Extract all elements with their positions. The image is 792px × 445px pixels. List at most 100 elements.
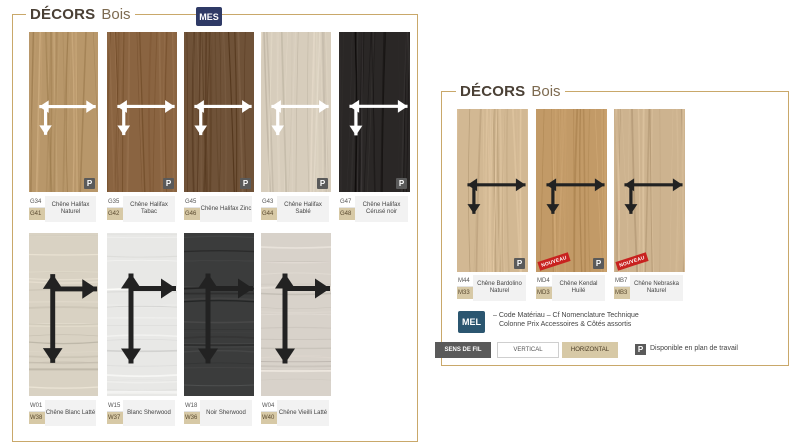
grain-arrow-icon <box>275 273 330 364</box>
edge-code: G41 <box>29 208 45 220</box>
swatch-g35[interactable]: P <box>107 32 177 192</box>
grain-arrow-icon <box>117 100 175 136</box>
material-code: G43 <box>261 196 277 208</box>
label-w01: W01 W38 Chêne Blanc Latté <box>29 400 98 426</box>
swatch-w01[interactable] <box>29 233 98 396</box>
material-code: G34 <box>29 196 45 208</box>
decor-name: Chêne Halifax Cérusé noir <box>355 196 408 222</box>
material-code: W01 <box>29 400 45 412</box>
right-panel-heading: DÉCORS Bois <box>456 83 565 100</box>
label-g45: G45 G46 Chêne Halifax Zinc <box>184 196 254 222</box>
heading-sub: Bois <box>101 6 131 23</box>
material-codes: G34 G41 <box>29 196 45 222</box>
material-codes: G45 G46 <box>184 196 200 222</box>
grain-arrow-icon <box>467 178 526 214</box>
swatch-g34[interactable]: P <box>29 32 98 192</box>
label-g34: G34 G41 Chêne Halifax Naturel <box>29 196 98 222</box>
legend-line-2: Colonne Prix Accessoires & Côtés assorti… <box>499 321 632 328</box>
label-w15: W15 W37 Blanc Sherwood <box>107 400 177 426</box>
decor-name: Chêne Blanc Latté <box>45 400 96 426</box>
label-g47: G47 G48 Chêne Halifax Cérusé noir <box>339 196 410 222</box>
swatch-mb7[interactable]: NOUVEAU <box>614 109 685 272</box>
material-code: W04 <box>261 400 277 412</box>
edge-code: G44 <box>261 208 277 220</box>
swatch-w15[interactable] <box>107 233 177 396</box>
grain-direction-label: SENS DE FIL <box>435 342 491 358</box>
edge-code: M33 <box>457 287 473 299</box>
material-code: G35 <box>107 196 123 208</box>
swatch-g47[interactable]: P <box>339 32 410 192</box>
material-codes: W15 W37 <box>107 400 123 426</box>
decor-name: Chêne Bardolino Naturel <box>473 275 526 301</box>
grain-arrow-icon <box>121 273 176 364</box>
worktop-p-badge: P <box>240 178 251 189</box>
material-codes: M44 M33 <box>457 275 473 301</box>
grain-arrow-icon <box>194 100 252 136</box>
edge-code: G46 <box>184 208 200 220</box>
worktop-p-badge: P <box>84 178 95 189</box>
grain-arrow-icon <box>271 100 329 136</box>
edge-code: G48 <box>339 208 355 220</box>
material-code: MB7 <box>614 275 630 287</box>
swatch-g45[interactable]: P <box>184 32 254 192</box>
worktop-p-badge: P <box>635 344 646 355</box>
grain-arrow-icon <box>349 99 408 136</box>
material-code: W15 <box>107 400 123 412</box>
label-mb7: MB7 MB3 Chêne Nebraska Naturel <box>614 275 685 301</box>
material-code: G45 <box>184 196 200 208</box>
material-codes: MD4 MD3 <box>536 275 552 301</box>
edge-code: G42 <box>107 208 123 220</box>
label-g43: G43 G44 Chêne Halifax Sablé <box>261 196 331 222</box>
material-code: W18 <box>184 400 200 412</box>
material-code: MD4 <box>536 275 552 287</box>
decor-name: Chêne Halifax Zinc <box>200 196 252 222</box>
legend-text: – Code Matériau – Cf Nomenclature Techni… <box>493 311 639 329</box>
label-md4: MD4 MD3 Chêne Kendal Huilé <box>536 275 607 301</box>
grain-arrow-icon <box>198 273 253 364</box>
material-codes: W04 W40 <box>261 400 277 426</box>
worktop-p-badge: P <box>593 258 604 269</box>
material-codes: G47 G48 <box>339 196 355 222</box>
worktop-p-badge: P <box>163 178 174 189</box>
worktop-availability-text: Disponible en plan de travail <box>650 345 738 352</box>
label-m44: M44 M33 Chêne Bardolino Naturel <box>457 275 528 301</box>
grain-arrow-icon <box>546 178 605 214</box>
swatch-md4[interactable]: P NOUVEAU <box>536 109 607 272</box>
legend-line-1: – Code Matériau – Cf Nomenclature Techni… <box>493 312 639 319</box>
decor-name: Chêne Nebraska Naturel <box>630 275 683 301</box>
decor-name: Chêne Halifax Naturel <box>45 196 96 222</box>
mes-badge: MES <box>196 7 222 26</box>
worktop-p-badge: P <box>514 258 525 269</box>
heading-sub: Bois <box>531 83 561 100</box>
swatch-w04[interactable] <box>261 233 331 396</box>
left-panel-heading: DÉCORS Bois <box>26 6 135 23</box>
grain-arrow-icon <box>39 100 96 135</box>
decor-name: Chêne Halifax Tabac <box>123 196 175 222</box>
heading-main: DÉCORS <box>30 6 96 23</box>
grain-horizontal-option[interactable]: HORIZONTAL <box>562 342 618 358</box>
heading-main: DÉCORS <box>460 83 526 100</box>
material-codes: G35 G42 <box>107 196 123 222</box>
material-code: M44 <box>457 275 473 287</box>
label-g35: G35 G42 Chêne Halifax Tabac <box>107 196 177 222</box>
edge-code: W40 <box>261 412 277 424</box>
decor-name: Chêne Halifax Sablé <box>277 196 329 222</box>
decor-name: Chêne Kendal Huilé <box>552 275 605 301</box>
edge-code: MB3 <box>614 287 630 299</box>
material-codes: W18 W36 <box>184 400 200 426</box>
swatch-m44[interactable]: P <box>457 109 528 272</box>
material-codes: MB7 MB3 <box>614 275 630 301</box>
material-codes: G43 G44 <box>261 196 277 222</box>
label-w18: W18 W36 Noir Sherwood <box>184 400 254 426</box>
material-codes: W01 W38 <box>29 400 45 426</box>
decor-name: Blanc Sherwood <box>123 400 175 426</box>
swatch-g43[interactable]: P <box>261 32 331 192</box>
worktop-p-badge: P <box>396 178 407 189</box>
worktop-p-badge: P <box>317 178 328 189</box>
grain-arrow-icon <box>42 274 98 363</box>
grain-vertical-option[interactable]: VERTICAL <box>497 342 559 358</box>
swatch-w18[interactable] <box>184 233 254 396</box>
material-code: G47 <box>339 196 355 208</box>
decor-name: Noir Sherwood <box>200 400 252 426</box>
edge-code: MD3 <box>536 287 552 299</box>
